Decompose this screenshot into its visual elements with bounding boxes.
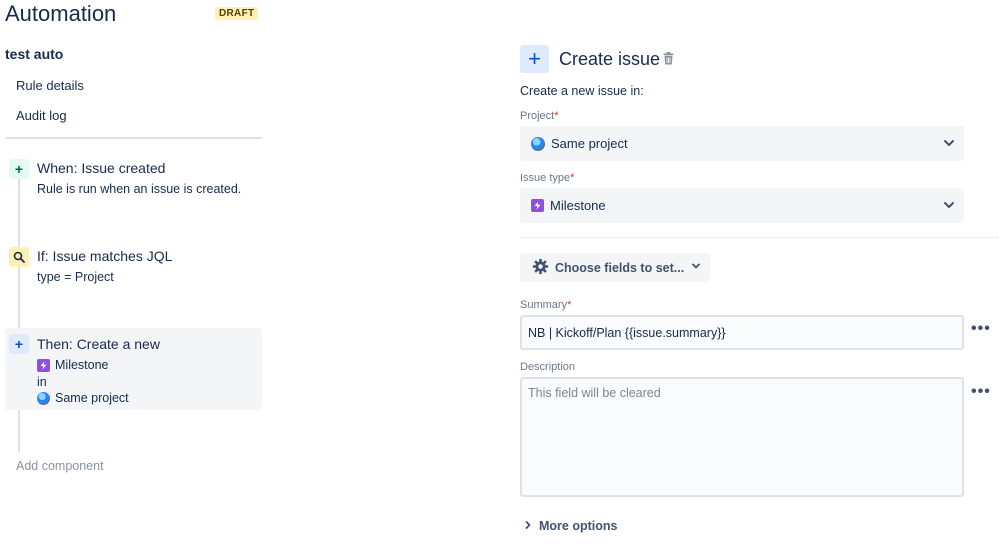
action-title: Create issue [559,49,661,69]
action-step[interactable]: + Then: Create a new Milestone in Same p… [5,328,262,410]
sidebar-divider [5,137,262,139]
required-marker: * [567,299,572,311]
summary-field-label: Summary* [520,299,571,311]
plus-icon: + [520,45,549,73]
chevron-down-icon [690,260,702,275]
issue-type-label: Milestone [55,358,109,372]
summary-input[interactable]: NB | Kickoff/Plan {{issue.summary}} [520,315,964,350]
step-project: Same project [37,391,129,405]
step-description: Rule is run when an issue is created. [37,182,242,196]
issue-type-label-text: Issue type [520,172,571,184]
project-select[interactable]: Same project [520,126,964,161]
plus-icon: + [9,159,29,179]
trash-icon[interactable] [663,52,674,68]
project-label: Same project [55,391,129,405]
required-marker: * [554,110,559,122]
step-in-label: in [37,375,47,389]
nav-item-audit-log[interactable]: Audit log [16,108,67,123]
choose-fields-button[interactable]: Choose fields to set... [520,253,710,282]
description-input[interactable]: This field will be cleared [520,377,964,497]
required-marker: * [570,172,575,184]
project-icon [531,136,545,151]
project-label-text: Project [520,110,555,122]
step-title: Then: Create a new [37,336,160,352]
project-icon [37,391,50,405]
step-title: When: Issue created [37,160,166,176]
step-description: type = Project [37,270,114,284]
choose-fields-label: Choose fields to set... [555,260,685,275]
issue-type-select-value: Milestone [550,198,606,213]
milestone-icon [531,199,544,212]
section-divider [520,237,999,238]
chevron-right-icon [523,518,533,533]
project-select-value: Same project [551,136,628,151]
rule-name: test auto [5,46,64,62]
trigger-step[interactable]: + When: Issue created Rule is run when a… [5,159,262,199]
description-field-label: Description [520,361,576,373]
more-actions-icon[interactable]: ••• [971,383,991,401]
milestone-icon [37,358,50,372]
project-field-label: Project* [520,110,559,122]
gear-icon [532,258,549,278]
page-title: Automation [5,1,117,26]
add-component-link[interactable]: Add component [16,459,104,473]
condition-step[interactable]: If: Issue matches JQL type = Project [5,247,262,287]
draft-badge: DRAFT [215,7,259,20]
chevron-down-icon [942,198,956,215]
step-title: If: Issue matches JQL [37,248,173,264]
more-options-label: More options [539,518,618,533]
more-options-toggle[interactable]: More options [523,518,617,533]
issue-type-field-label: Issue type* [520,172,574,184]
more-actions-icon[interactable]: ••• [971,320,991,338]
summary-label-text: Summary [520,299,568,311]
chevron-down-icon [942,136,956,153]
step-issue-type: Milestone [37,358,109,372]
plus-icon: + [9,334,29,354]
issue-type-select[interactable]: Milestone [520,188,964,223]
create-in-label: Create a new issue in: [520,84,644,98]
search-icon [9,247,29,267]
nav-item-rule-details[interactable]: Rule details [16,78,84,93]
